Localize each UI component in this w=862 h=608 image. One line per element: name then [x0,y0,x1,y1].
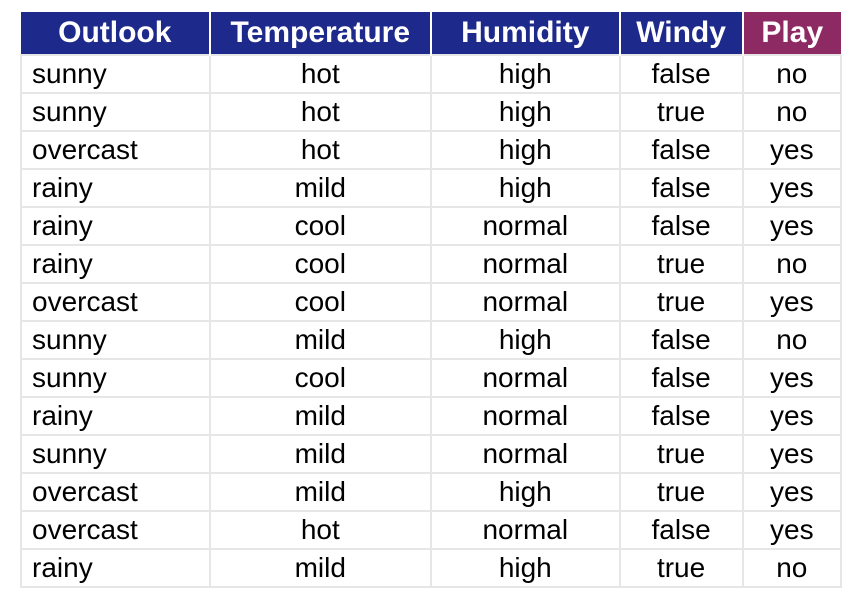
cell-outlook: overcast [21,283,210,321]
cell-outlook: overcast [21,511,210,549]
cell-temperature: mild [210,435,431,473]
cell-humidity: normal [431,397,620,435]
cell-windy: true [620,549,743,587]
cell-outlook: rainy [21,245,210,283]
cell-play: no [743,93,841,131]
cell-humidity: high [431,549,620,587]
cell-play: yes [743,435,841,473]
table-row: sunny hot high true no [21,93,841,131]
table-row: sunny mild high false no [21,321,841,359]
table-body: sunny hot high false no sunny hot high t… [21,55,841,587]
cell-play: yes [743,511,841,549]
table-row: rainy mild normal false yes [21,397,841,435]
cell-temperature: hot [210,131,431,169]
cell-windy: false [620,169,743,207]
cell-temperature: mild [210,397,431,435]
cell-windy: false [620,207,743,245]
cell-humidity: high [431,321,620,359]
cell-temperature: hot [210,93,431,131]
cell-humidity: normal [431,359,620,397]
cell-humidity: high [431,93,620,131]
table-header: Outlook Temperature Humidity Windy Play [21,12,841,55]
cell-windy: false [620,359,743,397]
weather-play-table-container: Outlook Temperature Humidity Windy Play … [0,0,862,600]
table-row: rainy cool normal true no [21,245,841,283]
cell-windy: false [620,131,743,169]
cell-temperature: mild [210,549,431,587]
cell-outlook: sunny [21,321,210,359]
weather-play-table: Outlook Temperature Humidity Windy Play … [20,12,842,588]
table-row: sunny cool normal false yes [21,359,841,397]
cell-humidity: high [431,55,620,93]
cell-temperature: mild [210,473,431,511]
cell-play: yes [743,169,841,207]
cell-windy: false [620,321,743,359]
cell-play: no [743,321,841,359]
cell-humidity: high [431,169,620,207]
cell-play: yes [743,283,841,321]
cell-outlook: rainy [21,169,210,207]
cell-temperature: cool [210,245,431,283]
table-row: rainy cool normal false yes [21,207,841,245]
table-row: rainy mild high false yes [21,169,841,207]
table-row: overcast mild high true yes [21,473,841,511]
cell-temperature: hot [210,55,431,93]
cell-play: no [743,55,841,93]
cell-windy: true [620,245,743,283]
table-row: sunny mild normal true yes [21,435,841,473]
col-header-windy: Windy [620,12,743,55]
cell-outlook: sunny [21,93,210,131]
cell-humidity: normal [431,207,620,245]
cell-humidity: normal [431,511,620,549]
cell-play: no [743,245,841,283]
cell-outlook: sunny [21,435,210,473]
cell-temperature: hot [210,511,431,549]
cell-play: yes [743,473,841,511]
cell-temperature: mild [210,321,431,359]
col-header-outlook: Outlook [21,12,210,55]
cell-play: yes [743,207,841,245]
table-row: sunny hot high false no [21,55,841,93]
cell-outlook: overcast [21,131,210,169]
cell-windy: true [620,435,743,473]
table-row: rainy mild high true no [21,549,841,587]
cell-windy: true [620,473,743,511]
cell-outlook: rainy [21,207,210,245]
cell-humidity: high [431,131,620,169]
cell-windy: false [620,397,743,435]
cell-outlook: overcast [21,473,210,511]
cell-outlook: rainy [21,397,210,435]
cell-outlook: rainy [21,549,210,587]
cell-temperature: cool [210,359,431,397]
cell-humidity: normal [431,435,620,473]
cell-play: yes [743,359,841,397]
cell-windy: true [620,93,743,131]
table-row: overcast hot high false yes [21,131,841,169]
cell-windy: false [620,511,743,549]
col-header-temperature: Temperature [210,12,431,55]
cell-temperature: mild [210,169,431,207]
cell-temperature: cool [210,283,431,321]
cell-windy: false [620,55,743,93]
cell-outlook: sunny [21,55,210,93]
cell-humidity: normal [431,245,620,283]
cell-humidity: high [431,473,620,511]
table-row: overcast cool normal true yes [21,283,841,321]
col-header-play: Play [743,12,841,55]
cell-temperature: cool [210,207,431,245]
cell-play: yes [743,131,841,169]
cell-play: no [743,549,841,587]
cell-windy: true [620,283,743,321]
cell-humidity: normal [431,283,620,321]
table-row: overcast hot normal false yes [21,511,841,549]
col-header-humidity: Humidity [431,12,620,55]
cell-outlook: sunny [21,359,210,397]
cell-play: yes [743,397,841,435]
